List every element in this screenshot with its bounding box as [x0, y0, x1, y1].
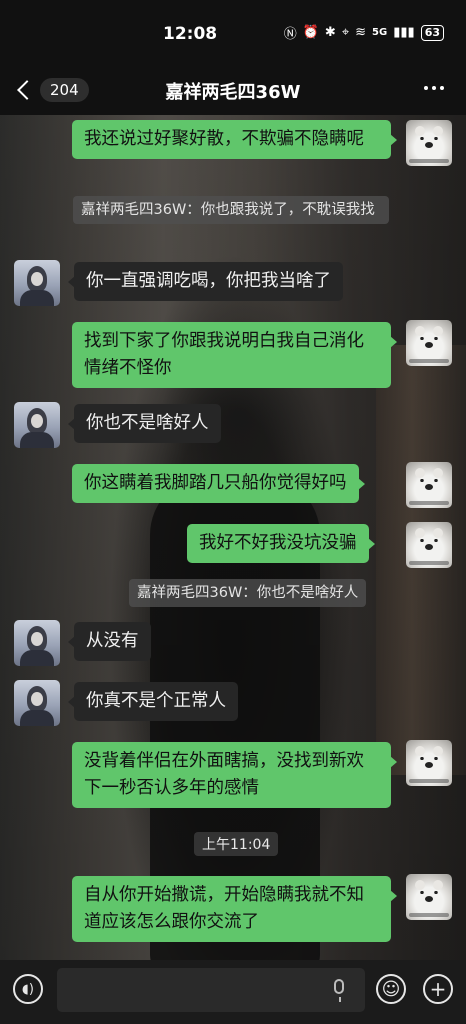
my-avatar[interactable]	[406, 874, 452, 920]
voice-wave-icon: ◖)	[22, 981, 34, 997]
message-bubble-outgoing[interactable]: 没背着伴侣在外面瞎搞，没找到新欢下一秒否认多年的感情	[72, 742, 397, 808]
message-bubble-outgoing[interactable]: 我还说过好聚好散，不欺骗不隐瞒呢	[72, 120, 397, 159]
contact-avatar[interactable]	[14, 260, 60, 306]
quoted-message[interactable]: 嘉祥两毛四36W：你也不是啥好人	[129, 579, 367, 607]
message-bubble-incoming[interactable]: 从没有	[68, 622, 151, 661]
my-avatar[interactable]	[406, 522, 452, 568]
my-avatar[interactable]	[406, 320, 452, 366]
message-bubble-incoming[interactable]: 你真不是个正常人	[68, 682, 238, 721]
smiley-icon: ☺	[381, 978, 401, 1000]
voice-mode-button[interactable]: ◖)	[13, 974, 43, 1004]
message-list: 我还说过好聚好散，不欺骗不隐瞒呢 嘉祥两毛四36W：你也跟我说了，不耽误我找 你…	[0, 0, 466, 960]
message-bubble-outgoing[interactable]: 我好不好我没坑没骗	[187, 524, 374, 563]
contact-avatar[interactable]	[14, 620, 60, 666]
input-bar: ◖) ☺ +	[0, 960, 466, 1024]
my-avatar[interactable]	[406, 462, 452, 508]
message-input[interactable]	[57, 968, 365, 1012]
more-functions-button[interactable]: +	[423, 974, 453, 1004]
my-avatar[interactable]	[406, 120, 452, 166]
microphone-icon[interactable]	[334, 979, 344, 1002]
plus-icon: +	[429, 977, 447, 1001]
message-bubble-incoming[interactable]: 你一直强调吃喝，你把我当啥了	[68, 262, 343, 301]
message-timestamp: 上午11:04	[194, 832, 279, 856]
message-bubble-outgoing[interactable]: 找到下家了你跟我说明白我自己消化情绪不怪你	[72, 322, 397, 388]
message-bubble-outgoing[interactable]: 自从你开始撒谎，开始隐瞒我就不知道应该怎么跟你交流了	[72, 876, 397, 942]
message-bubble-incoming[interactable]: 你也不是啥好人	[68, 404, 221, 443]
message-bubble-outgoing[interactable]: 你这瞒着我脚踏几只船你觉得好吗	[72, 464, 364, 503]
quoted-message[interactable]: 嘉祥两毛四36W：你也跟我说了，不耽误我找	[73, 196, 389, 224]
contact-avatar[interactable]	[14, 680, 60, 726]
contact-avatar[interactable]	[14, 402, 60, 448]
my-avatar[interactable]	[406, 740, 452, 786]
emoji-button[interactable]: ☺	[376, 974, 406, 1004]
